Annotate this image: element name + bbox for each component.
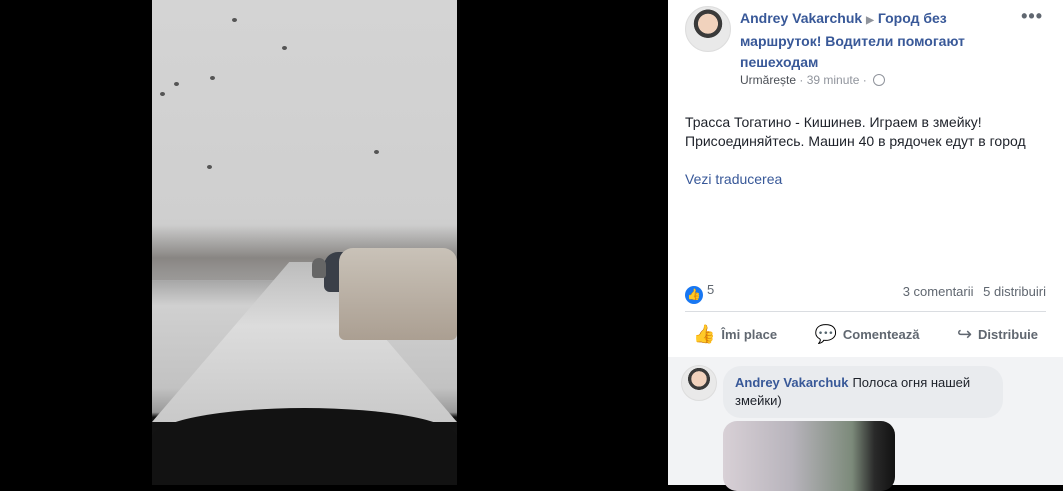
like-button[interactable]: 👍 Îmi place	[685, 324, 785, 345]
author-avatar[interactable]	[685, 6, 731, 52]
comment-bubble: Andrey Vakarchuk Полоса огня нашей змейки…	[723, 366, 1003, 418]
share-button[interactable]: ↪ Distribuie	[949, 324, 1046, 345]
reactions-summary[interactable]: 👍 5	[685, 282, 714, 304]
globe-icon	[873, 74, 886, 86]
author-name[interactable]: Andrey Vakarchuk	[740, 10, 862, 26]
post-text: Трасса Тогатино - Кишинев. Играем в змей…	[685, 114, 1026, 149]
triangle-arrow-icon: ▶	[866, 15, 874, 26]
car	[339, 248, 457, 340]
raindrop	[210, 76, 215, 80]
like-count: 5	[707, 282, 715, 297]
comment-photo[interactable]	[723, 421, 895, 491]
raindrop	[160, 92, 165, 96]
post-meta: Urmărește · 39 minute ·	[740, 73, 886, 87]
car-dashboard	[152, 408, 457, 485]
post-panel: Andrey Vakarchuk ▶ Город без маршруток! Во…	[668, 0, 1063, 491]
comment-icon: 💬	[814, 323, 837, 344]
divider	[685, 311, 1046, 312]
commenter-name[interactable]: Andrey Vakarchuk	[735, 375, 848, 390]
raindrop	[374, 150, 379, 154]
comment-label: Comentează	[842, 326, 920, 342]
post-header: Andrey Vakarchuk ▶ Город без маршруток! Во…	[740, 8, 1025, 73]
commenter-avatar[interactable]	[681, 365, 717, 401]
shares-count[interactable]: 5 distribuiri	[983, 284, 1046, 299]
post-photo[interactable]	[152, 0, 457, 485]
raindrop	[207, 165, 212, 169]
raindrop	[232, 18, 237, 22]
comments-count[interactable]: 3 comentarii	[903, 284, 974, 299]
translate-link[interactable]: Vezi traducerea	[685, 171, 782, 187]
share-label: Distribuie	[978, 326, 1038, 342]
meta-separator: ·	[862, 73, 867, 87]
engagement-counts: 3 comentarii 5 distribuiri	[897, 284, 1046, 299]
photo-viewer	[0, 0, 668, 485]
like-icon: 👍	[693, 323, 716, 344]
action-bar: 👍 Îmi place 💬 Comentează ↪ Distribuie	[685, 318, 1046, 350]
post-time[interactable]: 39 minute	[807, 73, 860, 87]
comment-button[interactable]: 💬 Comentează	[807, 324, 928, 345]
share-icon: ↪	[956, 323, 973, 344]
like-icon: 👍	[685, 286, 703, 304]
meta-separator: ·	[799, 73, 804, 87]
car	[312, 258, 326, 278]
more-options-icon[interactable]: •••	[1021, 6, 1043, 27]
raindrop	[282, 46, 287, 50]
comments-section: Andrey Vakarchuk Полоса огня нашей змейки…	[668, 357, 1063, 491]
like-label: Îmi place	[721, 326, 778, 342]
follow-link[interactable]: Urmărește	[740, 73, 796, 87]
raindrop	[174, 82, 179, 86]
